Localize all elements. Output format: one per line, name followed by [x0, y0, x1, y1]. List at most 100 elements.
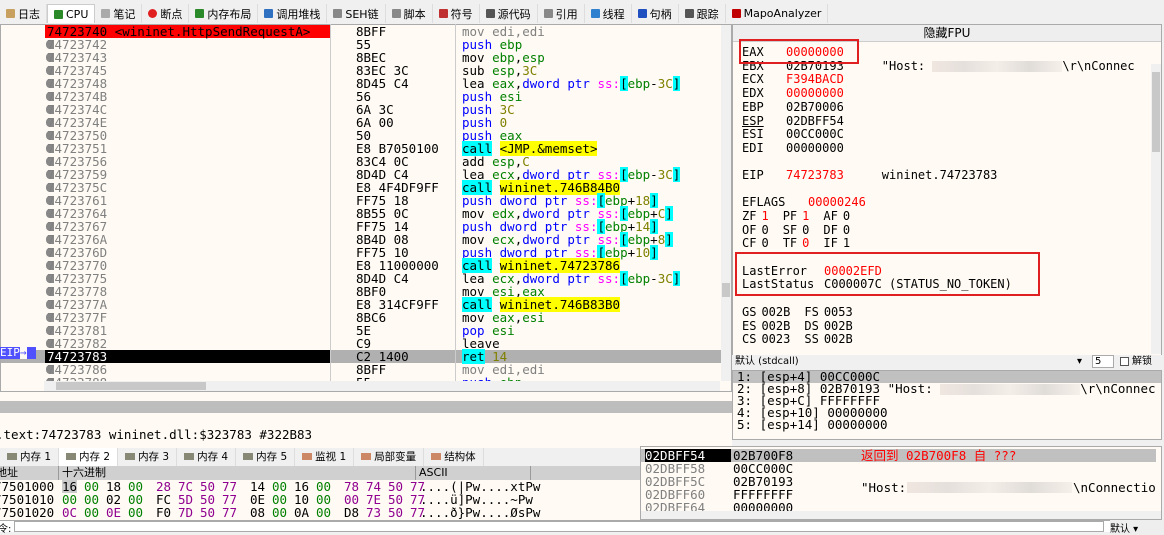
memory-byte[interactable]: 0C: [62, 506, 77, 519]
tab-symbols[interactable]: 符号: [433, 4, 480, 23]
flag-value[interactable]: 0: [802, 223, 809, 237]
stack-row[interactable]: 02DBFF60 FFFFFFFF: [641, 488, 1156, 501]
tab-trace[interactable]: 跟踪: [679, 4, 726, 23]
register-edi[interactable]: EDI 00000000: [742, 141, 844, 155]
handles-icon: [637, 9, 647, 18]
register-esi[interactable]: ESI 00CC000C: [742, 128, 844, 141]
memory-byte[interactable]: 00: [272, 506, 287, 519]
last-error-value[interactable]: 00002EFD: [824, 264, 882, 278]
tab-source[interactable]: 源代码: [480, 4, 538, 23]
register-ecx[interactable]: ECX F394BACD: [742, 73, 844, 86]
disasm-horizontal-scrollbar[interactable]: [44, 381, 720, 391]
header-address[interactable]: 地址: [0, 466, 18, 480]
register-value[interactable]: F394BACD: [786, 72, 844, 86]
register-ebp[interactable]: EBP 02B70006: [742, 100, 844, 114]
segment-value[interactable]: 002B: [824, 319, 853, 333]
memory-tab-5[interactable]: 内存 5: [236, 448, 296, 466]
register-value[interactable]: 00000000: [786, 86, 844, 100]
argument-row[interactable]: 5: [esp+14] 00000000: [733, 418, 1161, 431]
command-mode-select[interactable]: 默认 ▾: [1110, 520, 1164, 535]
header-hex[interactable]: 十六进制: [62, 466, 106, 480]
memory-byte[interactable]: F0: [156, 506, 171, 519]
register-esp[interactable]: ESP 02DBFF54: [742, 114, 844, 128]
memory-byte[interactable]: 50: [200, 506, 215, 519]
flag-name: CF: [742, 236, 757, 251]
tab-log[interactable]: 日志: [0, 4, 47, 23]
memory-tab-8[interactable]: 结构体: [424, 448, 484, 466]
memory-byte[interactable]: 0A: [294, 506, 309, 519]
memory-dump[interactable]: 地址 十六进制 ASCII 77501000 16 00 18 00 28 7C 50 77 14…: [0, 466, 640, 520]
arg-count-spinner[interactable]: 5: [1092, 355, 1114, 368]
memory-byte[interactable]: D8: [344, 506, 359, 519]
flag-value[interactable]: 1: [761, 209, 768, 223]
log-icon: [6, 9, 15, 18]
operand: +: [627, 245, 636, 260]
last-status-value[interactable]: C000007C (STATUS_NO_TOKEN): [824, 277, 1012, 291]
memory-tab-4[interactable]: 内存 4: [177, 448, 237, 466]
tab-label: 日志: [18, 7, 40, 21]
redacted-text: [940, 384, 1081, 395]
memory-byte[interactable]: 00: [316, 506, 331, 519]
flag-value[interactable]: 0: [802, 236, 809, 250]
calling-convention-select[interactable]: 默认 (stdcall): [735, 355, 799, 369]
registers-scrollbar[interactable]: [1151, 64, 1161, 354]
flag-value[interactable]: 0: [761, 223, 768, 237]
memory-tab-6[interactable]: 监视 1: [295, 448, 355, 466]
memory-tab-2[interactable]: 内存 2: [59, 448, 119, 466]
tab-call-stack[interactable]: 调用堆栈: [258, 4, 328, 23]
register-edx[interactable]: EDX 00000000: [742, 87, 844, 100]
segment-value[interactable]: 0053: [824, 305, 853, 319]
tab-cpu[interactable]: CPU: [47, 4, 96, 23]
stack-view[interactable]: 02DBFF54 02B700F8 返回到 02B700F8 自 ??? 02DBFF…: [640, 446, 1162, 520]
tab-seh[interactable]: SEH链: [327, 4, 386, 23]
tab-plugin[interactable]: MapoAnalyzer: [726, 4, 829, 23]
command-input[interactable]: [14, 521, 1104, 532]
disassembly-view[interactable]: 74723740 <wininet.HttpSendRequestA> 8BFF m…: [0, 24, 732, 392]
flag-value[interactable]: 1: [802, 209, 809, 223]
register-value[interactable]: 00000000: [786, 141, 844, 155]
memory-byte[interactable]: 73: [366, 506, 381, 519]
memory-tab-7[interactable]: 局部变量: [354, 448, 425, 466]
memory-byte[interactable]: 08: [250, 506, 265, 519]
segment-value[interactable]: 002B: [761, 319, 790, 333]
memory-tab-label: 内存 1: [20, 451, 52, 463]
stack-row[interactable]: 02DBFF54 02B700F8 返回到 02B700F8 自 ???: [641, 449, 1156, 462]
tab-breakpoint[interactable]: 断点: [142, 4, 190, 23]
flag-value[interactable]: 1: [843, 236, 850, 250]
stack-row[interactable]: 02DBFF58 00CC000C: [641, 462, 1156, 475]
memory-tab-3[interactable]: 内存 3: [118, 448, 178, 466]
memory-tab-1[interactable]: 内存 1: [0, 448, 60, 466]
memory-byte[interactable]: 50: [388, 506, 403, 519]
memory-byte[interactable]: 7D: [178, 506, 193, 519]
tab-memory-map[interactable]: 内存布局: [189, 4, 259, 23]
flag-value[interactable]: 0: [843, 209, 850, 223]
memory-ascii: ....ð}Pw....ØsPw: [420, 505, 541, 520]
tab-handles[interactable]: 句柄: [632, 4, 679, 23]
memory-byte[interactable]: 00: [84, 506, 99, 519]
chevron-down-icon[interactable]: ▾: [1077, 355, 1082, 369]
register-value[interactable]: 02DBFF54: [786, 114, 844, 128]
tab-references[interactable]: 引用: [538, 4, 585, 23]
unlock-checkbox[interactable]: [1120, 357, 1129, 366]
segment-value[interactable]: 0023: [761, 332, 790, 346]
register-value[interactable]: 02B70006: [786, 100, 844, 114]
tab-notes[interactable]: 笔记: [95, 4, 143, 23]
stack-row[interactable]: 02DBFF5C 02B70193 "Host: \nConnectio: [641, 475, 1156, 494]
segment-value[interactable]: 002B: [824, 332, 853, 346]
memory-byte[interactable]: 00: [128, 506, 143, 519]
stack-horizontal-scrollbar[interactable]: [641, 511, 1161, 519]
flag-value[interactable]: 0: [761, 236, 768, 250]
memory-byte[interactable]: 77: [222, 506, 237, 519]
header-ascii[interactable]: ASCII: [419, 466, 448, 480]
flag-value[interactable]: 0: [843, 223, 850, 237]
tab-script[interactable]: 脚本: [386, 4, 433, 23]
register-value[interactable]: 00000246: [808, 195, 866, 209]
disasm-vertical-scrollbar[interactable]: [721, 25, 731, 381]
register-value[interactable]: 74723783: [786, 168, 844, 182]
register-value[interactable]: 00CC000C: [786, 127, 844, 141]
memory-byte[interactable]: 0E: [106, 506, 121, 519]
segment-value[interactable]: 002B: [761, 305, 790, 319]
tab-threads[interactable]: 线程: [585, 4, 632, 23]
flag-name: AF: [823, 209, 838, 223]
trace-icon: [684, 9, 694, 18]
